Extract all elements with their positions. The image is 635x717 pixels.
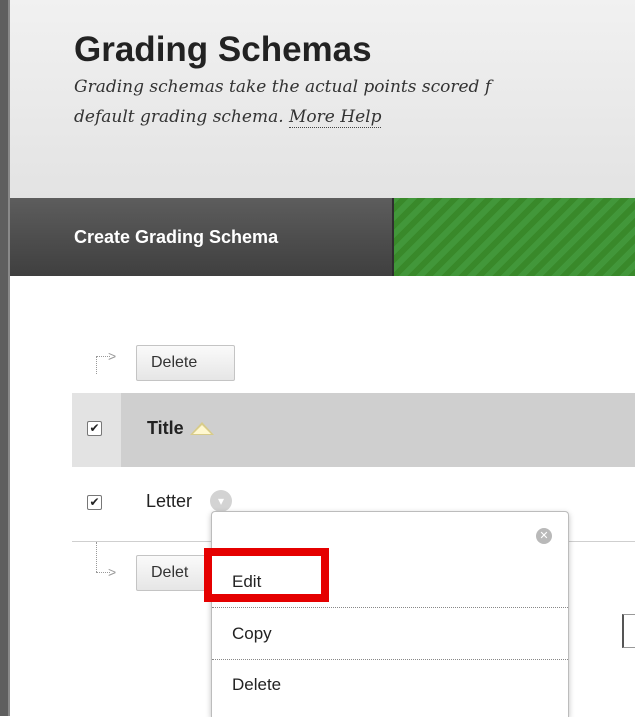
title-column-label: Title [147, 418, 184, 438]
sort-ascending-icon [189, 422, 214, 435]
edit-highlight-box [204, 548, 329, 602]
arrow-down-right-icon: > [90, 542, 120, 580]
description-line-1: Grading schemas take the actual points s… [74, 77, 492, 97]
row-title[interactable]: Letter [146, 491, 192, 512]
header-checkbox-cell: ✔ [72, 393, 121, 467]
context-menu: ✕ Edit Copy Delete [211, 511, 569, 717]
arrow-down-right-icon: > [90, 348, 120, 378]
page-header: Grading Schemas Grading schemas take the… [10, 0, 635, 199]
close-icon[interactable]: ✕ [536, 528, 552, 544]
chevron-down-icon[interactable]: ▾ [210, 490, 232, 512]
action-bar: Create Grading Schema [10, 198, 635, 276]
menu-item-copy[interactable]: Copy [212, 608, 568, 660]
menu-item-delete[interactable]: Delete [212, 660, 568, 710]
row-checkbox[interactable]: ✔ [87, 495, 102, 510]
delete-button-top[interactable]: Delete [136, 345, 235, 381]
create-grading-schema-button[interactable]: Create Grading Schema [10, 198, 394, 276]
header-title-cell[interactable]: Title [121, 393, 635, 467]
title-column-header[interactable]: Title [147, 418, 214, 439]
more-help-link[interactable]: More Help [289, 107, 382, 128]
partial-element [622, 614, 635, 648]
description-line-2: default grading schema. More Help [74, 102, 634, 132]
page-title: Grading Schemas [74, 30, 372, 69]
left-border [0, 0, 10, 716]
page-description: Grading schemas take the actual points s… [74, 72, 634, 132]
select-all-checkbox[interactable]: ✔ [87, 421, 102, 436]
description-text: default grading schema. [74, 107, 284, 127]
table-header: ✔ Title [72, 393, 635, 467]
